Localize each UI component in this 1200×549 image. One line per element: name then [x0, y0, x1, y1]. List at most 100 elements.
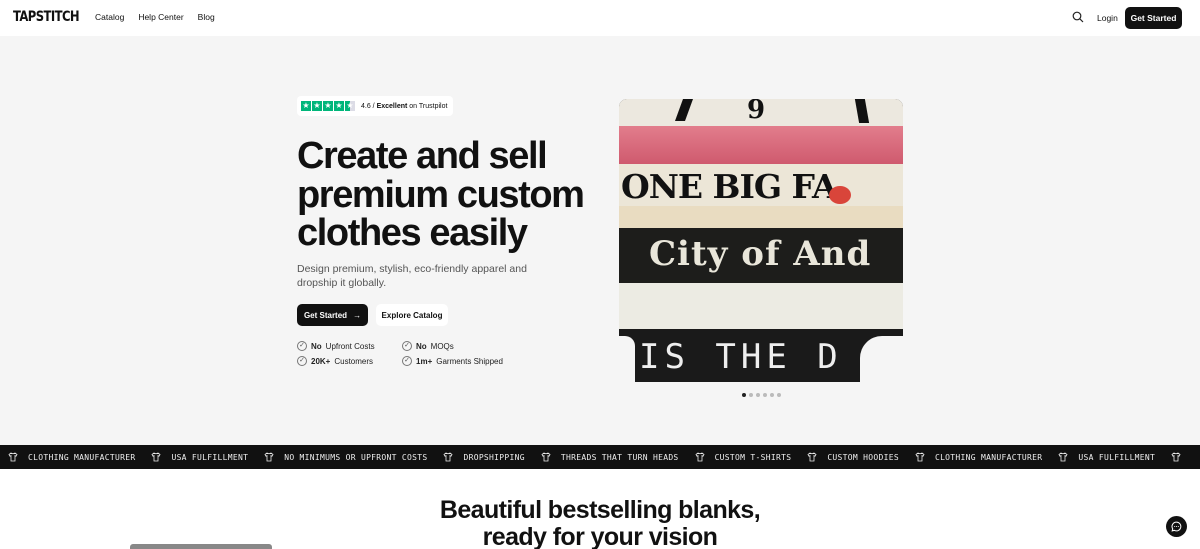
shirt-icon	[915, 452, 925, 462]
hero-get-started-button[interactable]: Get Started →	[297, 304, 368, 326]
trustpilot-text: 4.6 / Excellent on Trustpilot	[361, 102, 448, 110]
half-star-icon: ★	[345, 101, 355, 111]
chat-bubble-icon	[1171, 521, 1182, 532]
shirt-icon	[1058, 452, 1068, 462]
check-circle-icon: ✓	[402, 341, 412, 351]
hero-image-folded-shirts: 9 ONE BIG FA City of And IS THE D	[619, 99, 903, 382]
star-icon: ★	[312, 101, 322, 111]
feature-no-moqs: ✓ No MOQs	[402, 341, 454, 351]
shirt-fold-white-plain	[619, 283, 903, 329]
ticker-item-label: THREADS THAT TURN HEADS	[560, 452, 679, 462]
feature-bold: No	[416, 341, 427, 351]
ticker-item: USA FULFILLMENT	[151, 452, 248, 462]
nav-link-help-center[interactable]: Help Center	[138, 12, 183, 22]
feature-garments-shipped: ✓ 1m+ Garments Shipped	[402, 356, 503, 366]
hero-get-started-label: Get Started	[303, 310, 348, 320]
feature-bold: No	[311, 341, 322, 351]
product-preview-peek	[130, 544, 272, 549]
shirt-fold-white: 9	[619, 99, 903, 126]
logo[interactable]: TAPSTITCH	[13, 9, 80, 25]
trustpilot-suffix: on Trustpilot	[409, 102, 448, 110]
carousel-dot[interactable]	[749, 393, 753, 397]
hero-headline: Create and sell premium custom clothes e…	[297, 135, 585, 254]
bestsellers-section: Beautiful bestselling blanks, ready for …	[0, 469, 1200, 549]
get-started-button[interactable]: Get Started	[1125, 7, 1182, 29]
login-link[interactable]: Login	[1097, 13, 1118, 23]
carousel-dot[interactable]	[756, 393, 760, 397]
shirt-icon	[1171, 452, 1181, 462]
shirt-print-text: 9	[747, 99, 766, 125]
carousel-dot[interactable]	[770, 393, 774, 397]
ticker-item: DROPSHIPPING	[443, 452, 525, 462]
ticker-item: CUSTOM HOODIES	[807, 452, 899, 462]
ticker-item	[1171, 452, 1181, 462]
section-title: Beautiful bestselling blanks, ready for …	[0, 497, 1200, 549]
top-navbar: TAPSTITCH Catalog Help Center Blog Login…	[0, 0, 1200, 36]
shirt-fold-pink	[619, 126, 903, 164]
shirt-print-text: IS THE D	[639, 337, 843, 377]
shirt-print-text: ONE BIG FA	[621, 167, 838, 206]
ticker-item: CLOTHING MANUFACTURER	[8, 452, 135, 462]
trustpilot-rating: 4.6	[361, 102, 371, 110]
feature-ticker: CLOTHING MANUFACTURER USA FULFILLMENT NO M…	[0, 445, 1200, 469]
chat-widget-button[interactable]	[1166, 516, 1187, 537]
ticker-item-label: DROPSHIPPING	[463, 452, 525, 462]
ticker-item: THREADS THAT TURN HEADS	[541, 452, 679, 462]
ticker-item: USA FULFILLMENT	[1058, 452, 1155, 462]
nav-links: Catalog Help Center Blog	[95, 12, 215, 22]
ticker-item-label: USA FULFILLMENT	[171, 452, 249, 462]
ticker-item-label: CUSTOM HOODIES	[827, 452, 899, 462]
hero-section: ★ ★ ★ ★ ★ 4.6 / Excellent on Trustpilot …	[0, 36, 1200, 445]
carousel-dots	[742, 393, 781, 397]
search-icon[interactable]	[1072, 11, 1084, 23]
trustpilot-stars: ★ ★ ★ ★ ★	[301, 101, 355, 111]
ticker-item: CUSTOM T-SHIRTS	[695, 452, 792, 462]
ticker-item-label: CLOTHING MANUFACTURER	[934, 452, 1043, 462]
carousel-dot[interactable]	[763, 393, 767, 397]
shirt-icon	[807, 452, 817, 462]
feature-customers: ✓ 20K+ Customers	[297, 356, 373, 366]
star-icon: ★	[323, 101, 333, 111]
shirt-print-mark	[829, 186, 851, 204]
carousel-dot[interactable]	[777, 393, 781, 397]
feature-no-upfront-costs: ✓ No Upfront Costs	[297, 341, 375, 351]
ticker-item: CLOTHING MANUFACTURER	[915, 452, 1042, 462]
shirt-icon	[443, 452, 453, 462]
shirt-print-text: City of And	[649, 234, 872, 274]
feature-bold: 20K+	[311, 356, 331, 366]
shirt-icon	[541, 452, 551, 462]
feature-text: Customers	[334, 356, 374, 366]
nav-link-blog[interactable]: Blog	[198, 12, 215, 22]
shirt-icon	[695, 452, 705, 462]
feature-bold: 1m+	[416, 356, 433, 366]
ticker-item-label: CUSTOM T-SHIRTS	[714, 452, 792, 462]
star-icon: ★	[301, 101, 311, 111]
ticker-item: NO MINIMUMS OR UPFRONT COSTS	[264, 452, 427, 462]
feature-text: Garments Shipped	[436, 356, 503, 366]
hero-subheadline: Design premium, stylish, eco-friendly ap…	[297, 263, 527, 289]
feature-text: Upfront Costs	[325, 341, 375, 351]
shirt-print-mark	[674, 99, 694, 121]
check-circle-icon: ✓	[402, 356, 412, 366]
shirt-fold-cream-print: ONE BIG FA	[619, 164, 903, 206]
shirt-icon	[8, 452, 18, 462]
trustpilot-rating-word: Excellent	[376, 102, 408, 110]
shirt-fold-beige	[619, 206, 903, 228]
arrow-right-icon: →	[353, 310, 362, 320]
nav-link-catalog[interactable]: Catalog	[95, 12, 124, 22]
shirt-icon	[151, 452, 161, 462]
ticker-item-label: NO MINIMUMS OR UPFRONT COSTS	[284, 452, 428, 462]
shirt-fold-black-print: City of And	[619, 228, 903, 283]
ticker-item-label: CLOTHING MANUFACTURER	[28, 452, 136, 462]
image-notch-right	[860, 336, 905, 384]
check-circle-icon: ✓	[297, 341, 307, 351]
feature-text: MOQs	[430, 341, 454, 351]
image-notch-left	[619, 336, 635, 384]
carousel-dot[interactable]	[742, 393, 746, 397]
trustpilot-badge[interactable]: ★ ★ ★ ★ ★ 4.6 / Excellent on Trustpilot	[297, 96, 454, 116]
shirt-print-mark	[854, 99, 870, 123]
explore-catalog-button[interactable]: Explore Catalog	[376, 304, 448, 326]
section-title-line-1: Beautiful bestselling blanks,	[439, 496, 761, 524]
check-circle-icon: ✓	[297, 356, 307, 366]
ticker-item-label: USA FULFILLMENT	[1078, 452, 1156, 462]
